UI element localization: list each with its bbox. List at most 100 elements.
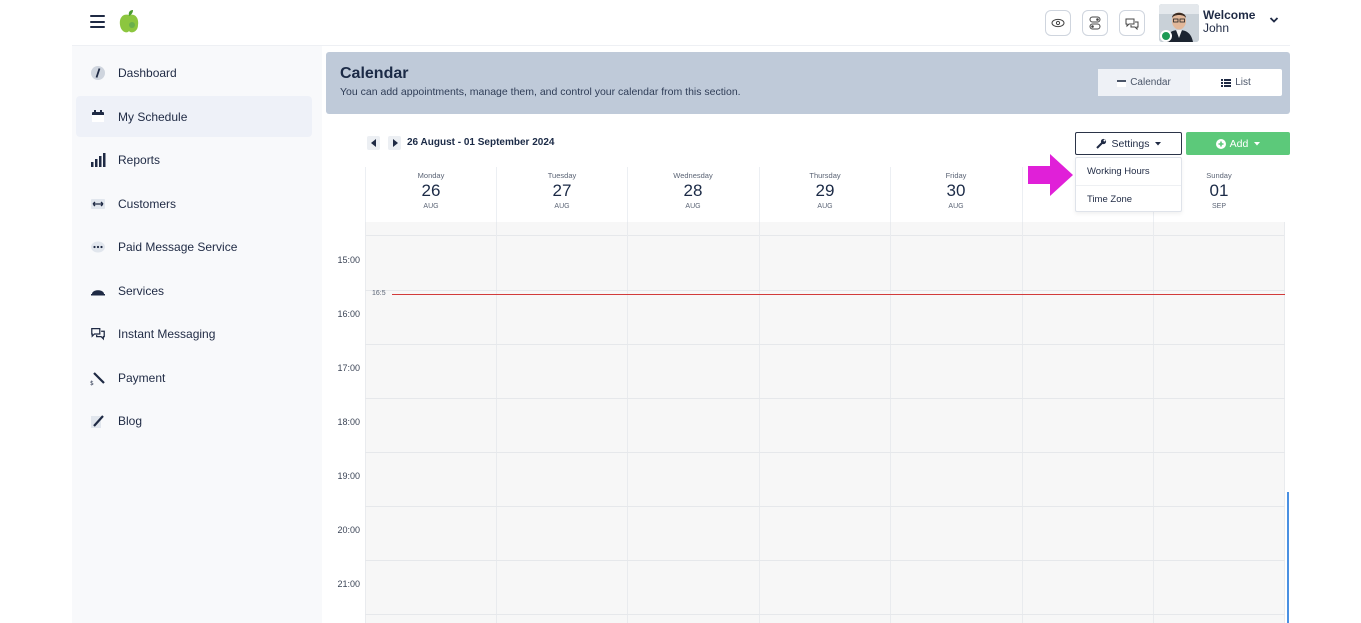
calendar-icon	[90, 109, 106, 125]
user-greeting[interactable]: Welcome John	[1203, 9, 1255, 35]
day-month: AUG	[685, 203, 701, 210]
day-header-monday[interactable]: Monday 26 AUG	[365, 167, 496, 222]
online-status-indicator	[1160, 30, 1172, 42]
calendar-icon	[1117, 79, 1127, 87]
column-divider	[1022, 222, 1023, 623]
day-header-thursday[interactable]: Thursday 29 AUG	[759, 167, 890, 222]
hour-divider	[365, 614, 1285, 615]
calendar-view-label: Calendar	[1130, 77, 1171, 88]
settings-label: Settings	[1111, 137, 1150, 150]
services-icon	[90, 283, 106, 299]
time-label: 20:00	[337, 525, 360, 535]
sidebar-item-label: Customers	[118, 196, 177, 211]
eye-icon[interactable]	[1045, 10, 1071, 36]
hour-divider	[365, 560, 1285, 561]
day-name: Wednesday	[673, 171, 713, 180]
calendar-view-button[interactable]: Calendar	[1098, 69, 1190, 96]
sidebar-item-blog[interactable]: Blog	[76, 400, 312, 441]
logo-icon[interactable]	[118, 9, 140, 35]
sidebar-item-customers[interactable]: Customers	[76, 183, 312, 224]
customers-icon	[90, 196, 106, 212]
sidebar-item-label: Services	[118, 283, 165, 298]
time-label: 18:00	[337, 417, 360, 427]
list-icon	[1221, 78, 1232, 87]
column-divider	[1284, 222, 1285, 623]
caret-down-icon	[1254, 141, 1261, 145]
list-view-button[interactable]: List	[1190, 69, 1282, 96]
sidebar-item-my-schedule[interactable]: My Schedule	[76, 96, 312, 137]
list-view-label: List	[1235, 77, 1251, 88]
plus-circle-icon	[1215, 138, 1226, 149]
menu-item-working-hours[interactable]: Working Hours	[1076, 158, 1181, 185]
sidebar-item-label: Dashboard	[118, 65, 177, 80]
prev-week-button[interactable]	[367, 136, 380, 150]
payment-icon: $	[90, 370, 106, 386]
column-divider	[365, 222, 366, 623]
column-divider	[890, 222, 891, 623]
current-time-label: 16:5	[372, 290, 386, 297]
svg-text:$: $	[90, 380, 94, 386]
sidebar-item-services[interactable]: Services	[76, 270, 312, 311]
calendar-time-grid[interactable]	[365, 222, 1285, 623]
day-name: Monday	[417, 171, 445, 180]
hamburger-menu-icon[interactable]	[90, 15, 105, 28]
time-label: 21:00	[337, 579, 360, 589]
time-label: 19:00	[337, 471, 360, 481]
caret-left-icon	[370, 139, 376, 147]
current-time-indicator	[392, 294, 1285, 295]
date-range-label: 26 August - 01 September 2024	[407, 137, 555, 148]
pen-icon	[90, 413, 106, 429]
scrollbar-edge[interactable]	[1287, 492, 1289, 623]
settings-button[interactable]: Settings	[1075, 132, 1182, 155]
sidebar-item-label: Paid Message Service	[118, 239, 238, 254]
sidebar-item-reports[interactable]: Reports	[76, 139, 312, 180]
settings-dropdown-menu: Working Hours Time Zone	[1075, 157, 1182, 212]
day-header-tuesday[interactable]: Tuesday 27 AUG	[496, 167, 627, 222]
time-label: 16:00	[337, 309, 360, 319]
time-label: 17:00	[337, 363, 360, 373]
view-toggle: Calendar List	[1098, 69, 1282, 96]
day-month: AUG	[817, 203, 833, 210]
sidebar-item-paid-message-service[interactable]: Paid Message Service	[76, 226, 312, 267]
user-name: John	[1203, 21, 1230, 35]
dashboard-icon	[90, 65, 106, 81]
column-divider	[1153, 222, 1154, 623]
day-number: 29	[815, 181, 835, 200]
sidebar-item-label: Instant Messaging	[118, 326, 216, 341]
page-subtitle: You can add appointments, manage them, a…	[340, 86, 741, 98]
sidebar: Dashboard My Schedule Reports Customers …	[72, 46, 322, 623]
hour-divider	[365, 344, 1285, 345]
column-divider	[496, 222, 497, 623]
page-header-banner: Calendar You can add appointments, manag…	[326, 52, 1290, 114]
sidebar-item-payment[interactable]: $ Payment	[76, 357, 312, 398]
all-day-divider	[365, 235, 1285, 236]
day-header-wednesday[interactable]: Wednesday 28 AUG	[627, 167, 758, 222]
annotation-arrow-icon	[1028, 154, 1073, 196]
messages-icon	[90, 326, 106, 342]
add-button[interactable]: Add	[1186, 132, 1290, 155]
toggle-icon[interactable]	[1082, 10, 1108, 36]
chat-icon[interactable]	[1119, 10, 1145, 36]
day-month: AUG	[554, 203, 570, 210]
wrench-icon	[1095, 138, 1106, 149]
day-name: Friday	[945, 171, 967, 180]
hour-divider	[365, 452, 1285, 453]
sidebar-item-label: Payment	[118, 370, 166, 385]
chevron-down-icon[interactable]	[1269, 16, 1279, 24]
hour-divider	[365, 506, 1285, 507]
day-month: AUG	[948, 203, 964, 210]
day-header-friday[interactable]: Friday 30 AUG	[890, 167, 1021, 222]
caret-down-icon	[1155, 141, 1162, 145]
menu-item-time-zone[interactable]: Time Zone	[1076, 185, 1181, 212]
sidebar-item-dashboard[interactable]: Dashboard	[76, 52, 312, 93]
day-number: 26	[421, 181, 441, 200]
bar-chart-icon	[90, 152, 106, 168]
add-label: Add	[1229, 137, 1249, 150]
day-number: 27	[552, 181, 572, 200]
next-week-button[interactable]	[388, 136, 401, 150]
page-title: Calendar	[340, 65, 409, 82]
column-divider	[759, 222, 760, 623]
sidebar-item-label: My Schedule	[118, 109, 188, 124]
dots-icon	[90, 239, 106, 255]
sidebar-item-instant-messaging[interactable]: Instant Messaging	[76, 313, 312, 354]
